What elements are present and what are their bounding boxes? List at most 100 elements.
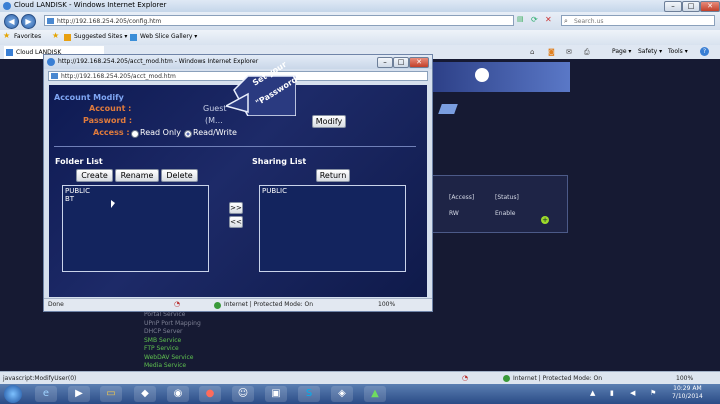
taskbar-clock[interactable]: 10:29 AM 7/10/2014 xyxy=(672,385,703,401)
read-only-label: Read Only xyxy=(140,128,181,137)
create-button[interactable]: Create xyxy=(76,169,113,182)
stop-icon[interactable]: ✕ xyxy=(545,15,555,25)
clock-time: 10:29 AM xyxy=(673,385,702,392)
page-title: Account Modify xyxy=(54,93,124,102)
rename-button[interactable]: Rename xyxy=(115,169,159,182)
folder-list-title: Folder List xyxy=(55,157,103,166)
star-icon: ★ xyxy=(3,31,11,40)
app-icon-2[interactable]: ◉ xyxy=(167,386,189,402)
return-button[interactable]: Return xyxy=(316,169,350,182)
add-to-sharing-button[interactable]: >> xyxy=(229,202,243,214)
suggested-sites-button[interactable]: Suggested Sites ▾ xyxy=(74,33,127,40)
user-table: [Access] [Status] RW Enable + xyxy=(430,175,568,233)
tray-flag-icon[interactable]: ⚑ xyxy=(650,389,656,397)
menu-item[interactable]: FTP Service xyxy=(144,345,201,354)
security-icon: ◔ xyxy=(462,374,469,382)
search-placeholder: Search.us xyxy=(574,18,604,25)
access-label: Access : xyxy=(93,128,130,137)
remove-from-sharing-button[interactable]: << xyxy=(229,216,243,228)
list-item[interactable]: BT xyxy=(63,195,208,203)
list-item[interactable]: PUBLIC xyxy=(63,186,208,195)
tools-menu[interactable]: Tools ▾ xyxy=(668,48,688,55)
row-access: RW xyxy=(449,210,459,217)
favorites-bar: ★ Favorites ★ Suggested Sites ▾ Web Slic… xyxy=(0,30,720,45)
compat-view-icon[interactable]: ▤ xyxy=(517,15,527,25)
app-icon-1[interactable]: ◆ xyxy=(134,386,156,402)
help-icon[interactable]: ? xyxy=(700,47,709,56)
zoom-level[interactable]: 100% xyxy=(676,375,693,382)
add-user-icon[interactable]: + xyxy=(541,216,549,224)
tab-favicon xyxy=(6,49,13,56)
app-icon-3[interactable]: ● xyxy=(199,386,221,402)
popup-security-icon: ◔ xyxy=(174,300,181,308)
menu-item[interactable]: Media Service xyxy=(144,362,201,371)
sharing-list-title: Sharing List xyxy=(252,157,307,166)
search-input[interactable]: ⌕ Search.us xyxy=(561,15,715,26)
favorites-button[interactable]: Favorites xyxy=(14,33,41,40)
forward-button[interactable]: ▶ xyxy=(21,14,36,29)
read-write-radio[interactable] xyxy=(184,130,192,138)
search-icon: ⌕ xyxy=(564,17,568,25)
start-button[interactable] xyxy=(4,385,22,403)
menu-item[interactable]: WebDAV Service xyxy=(144,354,201,363)
ie-icon[interactable]: e xyxy=(35,386,57,402)
service-menu: Portal Service UPnP Port Mapping DHCP Se… xyxy=(144,311,201,371)
sharing-listbox[interactable]: PUBLIC xyxy=(259,185,406,272)
globe-icon xyxy=(503,375,510,382)
zone-text: Internet | Protected Mode: On xyxy=(513,375,603,382)
address-bar[interactable]: http://192.168.254.205/config.htm xyxy=(44,15,514,26)
app-icon xyxy=(3,2,11,10)
feeds-icon[interactable]: ◙ xyxy=(548,48,555,56)
app-icon-6[interactable]: ◈ xyxy=(331,386,353,402)
list-item[interactable]: PUBLIC xyxy=(260,186,405,195)
web-slice-gallery-button[interactable]: Web Slice Gallery ▾ xyxy=(140,33,197,40)
app-icon-4[interactable]: ☺ xyxy=(232,386,254,402)
tray-volume-icon[interactable]: ◀ xyxy=(630,389,635,397)
row-status: Enable xyxy=(495,210,516,217)
page-menu[interactable]: Page ▾ xyxy=(612,48,631,55)
explorer-icon[interactable]: ▭ xyxy=(100,386,122,402)
popup-content: Account Modify Account : Guest Password … xyxy=(49,85,427,297)
modify-button[interactable]: Modify xyxy=(312,115,346,128)
popup-status-text: Done xyxy=(48,301,64,308)
popup-zoom-level[interactable]: 100% xyxy=(378,301,395,308)
back-button[interactable]: ◀ xyxy=(4,14,19,29)
menu-item[interactable]: SMB Service xyxy=(144,337,201,346)
popup-title: http://192.168.254.205/acct_mod.htm - Wi… xyxy=(58,58,259,65)
popup-minimize-button[interactable]: – xyxy=(377,57,393,68)
popup-titlebar: http://192.168.254.205/acct_mod.htm - Wi… xyxy=(44,55,432,69)
maximize-button[interactable]: □ xyxy=(682,1,700,12)
landisk-banner xyxy=(430,62,570,92)
tray-chevron-icon[interactable]: ▲ xyxy=(590,389,595,397)
popup-address-text: http://192.168.254.205/acct_mod.htm xyxy=(61,73,176,80)
minimize-button[interactable]: – xyxy=(664,1,682,12)
tray-network-icon[interactable]: ▮ xyxy=(610,389,614,397)
add-favorite-icon[interactable]: ★ xyxy=(52,31,59,40)
skype-icon[interactable]: S xyxy=(298,386,320,402)
popup-maximize-button[interactable]: □ xyxy=(393,57,409,68)
browser-title: Cloud LANDISK - Windows Internet Explore… xyxy=(14,1,167,9)
close-button[interactable]: ✕ xyxy=(700,1,720,12)
banner-globe-icon xyxy=(475,68,489,82)
account-value: Guest xyxy=(203,104,227,113)
home-icon[interactable]: ⌂ xyxy=(530,48,534,56)
menu-item[interactable]: UPnP Port Mapping xyxy=(144,320,201,329)
suggested-sites-icon xyxy=(64,34,71,41)
menu-item[interactable]: Portal Service xyxy=(144,311,201,320)
app-icon-5[interactable]: ▣ xyxy=(265,386,287,402)
media-player-icon[interactable]: ▶ xyxy=(68,386,90,402)
popup-globe-icon xyxy=(214,302,221,309)
print-icon[interactable]: ⎙ xyxy=(584,48,590,57)
clock-date: 7/10/2014 xyxy=(672,393,703,400)
read-only-radio[interactable] xyxy=(131,130,139,138)
browser-statusbar: javascript:ModifyUser(0) ◔ Internet | Pr… xyxy=(0,371,720,385)
browser-titlebar: Cloud LANDISK - Windows Internet Explore… xyxy=(0,0,720,12)
safety-menu[interactable]: Safety ▾ xyxy=(638,48,662,55)
menu-item[interactable]: DHCP Server xyxy=(144,328,201,337)
mail-icon[interactable]: ✉ xyxy=(566,48,572,56)
popup-close-button[interactable]: ✕ xyxy=(409,57,429,68)
refresh-icon[interactable]: ⟳ xyxy=(531,15,541,25)
delete-button[interactable]: Delete xyxy=(161,169,198,182)
folder-listbox[interactable]: PUBLIC BT xyxy=(62,185,209,272)
app-icon-7[interactable]: ▲ xyxy=(364,386,386,402)
